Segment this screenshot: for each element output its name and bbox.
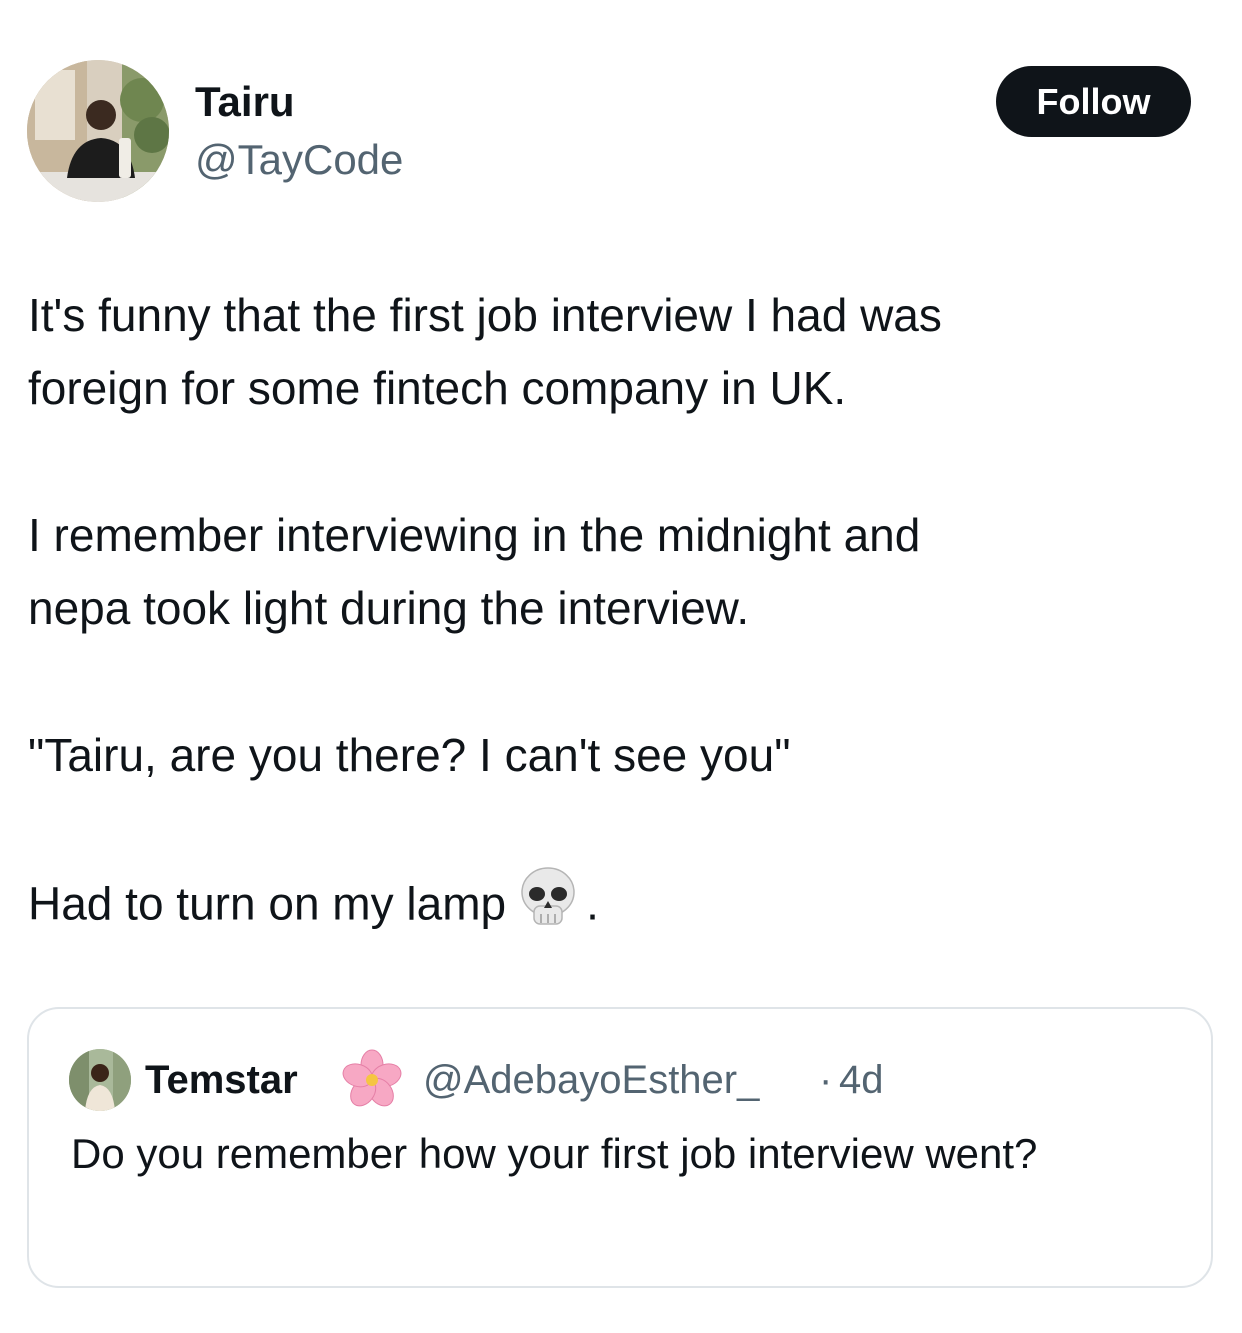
tweet-line: Had to turn on my lamp	[28, 877, 507, 930]
tweet-line-end: .	[586, 877, 599, 930]
quoted-author-avatar[interactable]	[69, 1049, 131, 1111]
tweet-paragraph-3: "Tairu, are you there? I can't see you"	[28, 719, 791, 792]
tweet-line: "Tairu, are you there? I can't see you"	[28, 729, 791, 781]
author-display-name[interactable]: Tairu	[195, 76, 295, 128]
tweet-line: foreign for some fintech company in UK.	[28, 362, 847, 414]
tweet-paragraph-1: It's funny that the first job interview …	[28, 279, 942, 425]
quoted-handle[interactable]: @AdebayoEsther_	[423, 1055, 759, 1105]
skull-emoji-icon	[520, 866, 576, 949]
quoted-timestamp[interactable]: 4d	[839, 1055, 884, 1105]
tweet-line: It's funny that the first job interview …	[28, 289, 942, 341]
quoted-tweet-card[interactable]: Temstar @AdebayoEsther_ · 4d Do you reme…	[27, 1007, 1213, 1288]
cherry-blossom-icon	[341, 1049, 403, 1116]
author-handle[interactable]: @TayCode	[195, 134, 403, 186]
tweet-paragraph-4: Had to turn on my lamp .	[28, 866, 599, 949]
quoted-tweet-text: Do you remember how your first job inter…	[71, 1130, 1038, 1177]
meta-separator: ·	[819, 1058, 833, 1102]
tweet-line: nepa took light during the interview.	[28, 582, 750, 634]
quoted-display-name[interactable]: Temstar	[145, 1055, 298, 1105]
follow-button[interactable]: Follow	[996, 66, 1191, 137]
tweet-paragraph-2: I remember interviewing in the midnight …	[28, 499, 920, 645]
author-avatar[interactable]	[27, 60, 169, 202]
tweet: Tairu @TayCode Follow It's funny that th…	[0, 0, 1242, 1333]
tweet-line: I remember interviewing in the midnight …	[28, 509, 921, 561]
